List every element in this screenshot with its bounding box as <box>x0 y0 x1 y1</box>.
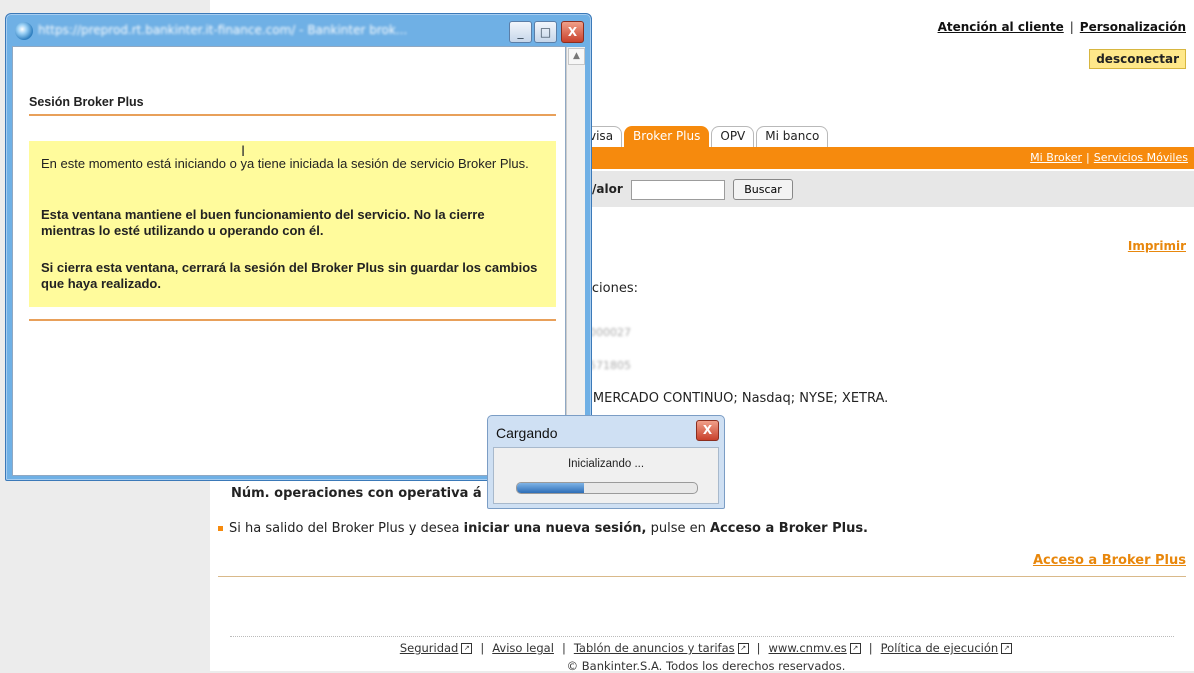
operations-count-label: Núm. operaciones con operativa á <box>231 486 482 501</box>
separator: | <box>1086 151 1090 164</box>
scroll-up-icon[interactable]: ▲ <box>568 48 585 65</box>
footer-link-aviso-legal[interactable]: Aviso legal <box>492 641 554 655</box>
external-link-icon: ↗ <box>737 643 749 654</box>
search-button[interactable]: Buscar <box>733 179 793 200</box>
popup-titlebar[interactable]: https://preprod.rt.bankinter.it-finance.… <box>6 14 591 46</box>
tab-bar: visa Broker Plus OPV Mi banco <box>580 126 830 147</box>
mi-broker-link[interactable]: Mi Broker <box>1030 151 1082 164</box>
internet-explorer-icon <box>15 22 33 40</box>
loading-close-button[interactable]: X <box>696 420 719 441</box>
footer-link-cnmv[interactable]: www.cnmv.es <box>769 641 847 655</box>
loading-body: Inicializando ... <box>493 447 719 504</box>
tab-opv[interactable]: OPV <box>711 126 755 147</box>
close-button[interactable]: X <box>561 21 584 43</box>
print-link[interactable]: Imprimir <box>1128 239 1186 253</box>
footer-link-tablon[interactable]: Tablón de anuncios y tarifas <box>574 641 735 655</box>
top-links: Atención al cliente | Personalización <box>938 20 1186 34</box>
notice-paragraph: Esta ventana mantiene el buen funcionami… <box>41 207 485 238</box>
divider <box>218 576 1186 577</box>
separator: | <box>480 641 485 655</box>
disconnect-button[interactable]: desconectar <box>1089 49 1186 69</box>
bullet-icon <box>218 526 223 531</box>
info-line: Si ha salido del Broker Plus y desea ini… <box>218 521 868 536</box>
external-link-icon: ↗ <box>1001 643 1013 654</box>
info-text: pulse en <box>646 521 710 536</box>
popup-title: https://preprod.rt.bankinter.it-finance.… <box>38 23 408 37</box>
external-link-icon: ↗ <box>849 643 861 654</box>
search-label: /alor <box>592 182 623 196</box>
notice-paragraph: En este momento está iniciando o ya tien… <box>41 156 529 171</box>
access-broker-plus-link[interactable]: Acceso a Broker Plus <box>1033 553 1186 568</box>
loading-text: Inicializando ... <box>567 458 645 470</box>
markets-text: :; MERCADO CONTINUO; Nasdaq; NYSE; XETRA… <box>580 391 889 406</box>
info-text: Si ha salido del Broker Plus y desea <box>229 521 464 536</box>
servicios-moviles-link[interactable]: Servicios Móviles <box>1094 151 1188 164</box>
divider <box>230 636 1174 637</box>
search-bar: /alor Buscar <box>580 171 1194 207</box>
footer-link-seguridad[interactable]: Seguridad <box>400 641 459 655</box>
divider <box>29 114 556 116</box>
subnav-bar: Mi Broker | Servicios Móviles <box>580 147 1194 169</box>
separator: | <box>756 641 761 655</box>
separator: | <box>561 641 566 655</box>
loading-title: Cargando <box>496 425 558 441</box>
progress-fill <box>517 483 584 493</box>
tab-broker-plus[interactable]: Broker Plus <box>624 126 710 147</box>
vertical-scrollbar[interactable]: ▲ <box>566 47 585 475</box>
customer-service-link[interactable]: Atención al cliente <box>938 20 1064 34</box>
separator: | <box>1069 20 1074 34</box>
external-link-icon: ↗ <box>461 643 473 654</box>
maximize-button[interactable]: □ <box>534 21 557 43</box>
separator: | <box>868 641 873 655</box>
tab-mi-banco[interactable]: Mi banco <box>756 126 829 147</box>
popup-content: Sesión Broker Plus En este momento está … <box>12 46 566 476</box>
divider <box>29 319 556 321</box>
loading-dialog: Cargando X Inicializando ... <box>487 415 725 509</box>
minimize-button[interactable]: _ <box>509 21 532 43</box>
notice-box: En este momento está iniciando o ya tien… <box>29 141 556 307</box>
personalization-link[interactable]: Personalización <box>1080 20 1186 34</box>
session-title: Sesión Broker Plus <box>29 95 144 109</box>
text-cursor-icon: I <box>241 144 246 160</box>
info-bold: Acceso a Broker Plus. <box>710 521 868 536</box>
info-bold: iniciar una nueva sesión, <box>463 521 647 536</box>
notice-paragraph: Si cierra esta ventana, cerrará la sesió… <box>41 260 538 291</box>
footer-link-politica[interactable]: Política de ejecución <box>881 641 999 655</box>
progress-bar <box>516 482 698 494</box>
footer-links: Seguridad ↗ | Aviso legal | Tablón de anuncio… <box>218 641 1194 655</box>
search-input[interactable] <box>631 180 725 200</box>
broker-plus-popup-window: https://preprod.rt.bankinter.it-finance.… <box>5 13 592 481</box>
